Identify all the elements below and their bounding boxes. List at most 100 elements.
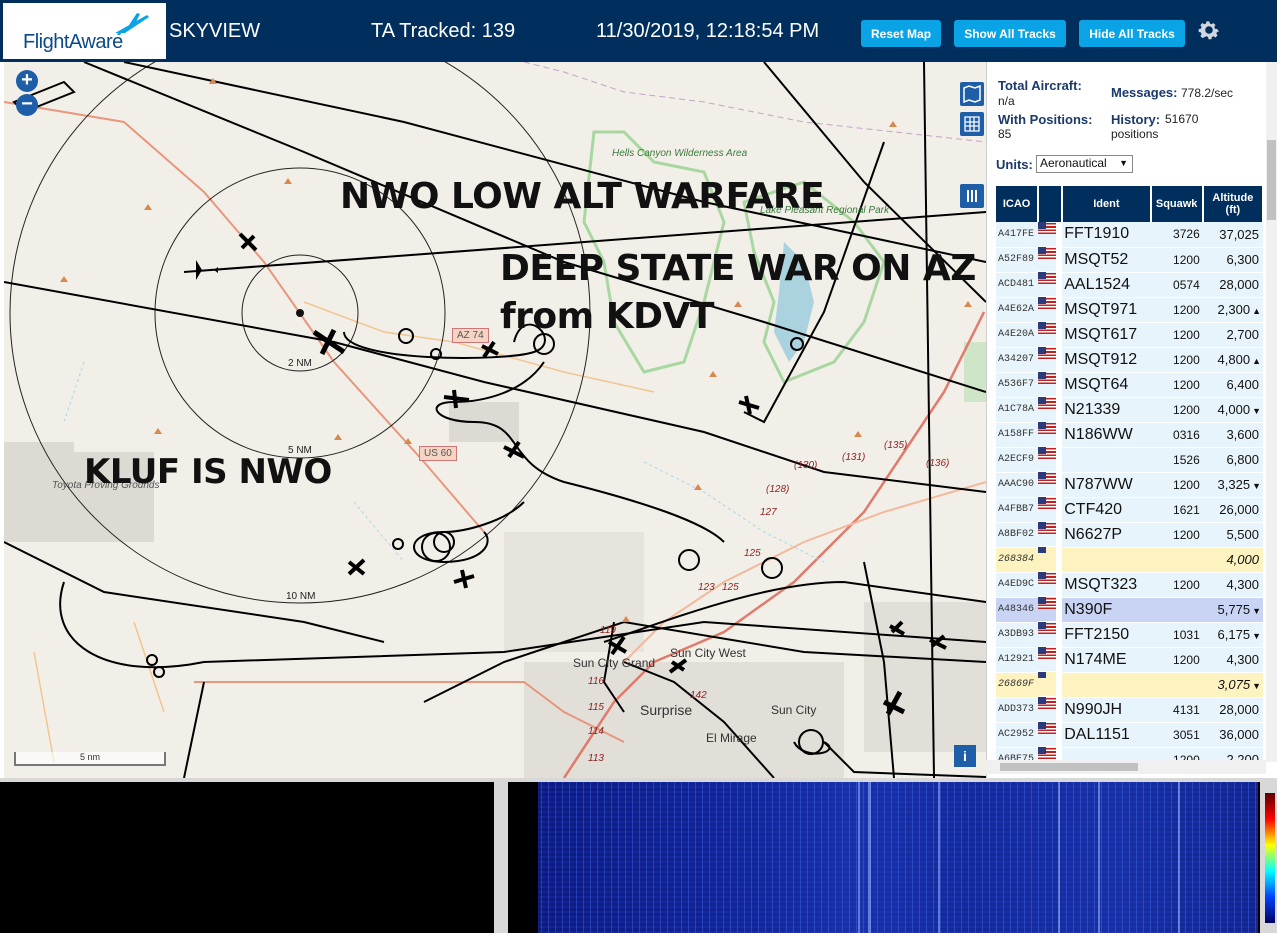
us-flag-icon [1038,297,1057,309]
gear-icon[interactable] [1196,17,1222,43]
cell-icao-text: AC2952 [998,729,1035,740]
hide-all-tracks-button[interactable]: Hide All Tracks [1079,20,1185,47]
table-row[interactable]: A536F7 MSQT64 1200 6,400 [996,372,1263,398]
col-header-flag[interactable] [1038,186,1064,222]
cell-altitude-text: 4,300 [1226,577,1259,592]
cell-ident: N990JH [1062,697,1151,723]
with-positions-value: 85 [998,127,1012,141]
cell-squawk: 1200 [1150,297,1203,323]
table-row[interactable]: A4E62A MSQT971 1200 2,300 ▲ [996,297,1263,323]
flightaware-logo[interactable]: FlightAware [3,3,166,59]
cell-altitude-text: 6,400 [1226,377,1259,392]
table-row[interactable]: A2ECF9 1526 6,800 [996,447,1263,473]
table-row[interactable]: AAAC90 N787WW 1200 3,325 ▼ [996,472,1263,498]
cell-flag [1038,497,1057,522]
cell-flag [1038,247,1057,272]
table-row[interactable]: A34207 MSQT912 1200 4,800 ▲ [996,347,1263,373]
table-row[interactable]: ADD373 N990JH 4131 28,000 [996,697,1263,723]
table-row[interactable]: A4ED9C MSQT323 1200 4,300 [996,572,1263,598]
panel-scroll-thumb[interactable] [1267,140,1276,220]
cell-ident: N186WW [1062,422,1151,448]
cell-icao: A4E62A [996,297,1039,323]
cell-squawk: 1526 [1150,447,1203,473]
place-sun-city-west: Sun City West [670,646,746,660]
cell-squawk [1150,672,1203,698]
cell-squawk [1150,547,1203,573]
cell-ident-text: MSQT912 [1064,350,1138,368]
cell-flag [1038,347,1057,372]
grid-icon[interactable] [960,112,984,136]
col-header-altitude[interactable]: Altitude (ft) [1202,186,1265,222]
table-row[interactable]: A158FF N186WW 0316 3,600 [996,422,1263,448]
us-flag-icon [1038,722,1057,734]
cell-squawk: 1200 [1150,522,1203,548]
table-row[interactable]: A3DB93 FFT2150 1031 6,175 ▼ [996,622,1263,648]
table-row[interactable]: A12921 N174ME 1200 4,300 [996,647,1263,673]
cell-flag [1038,422,1057,447]
table-row[interactable]: AC2952 DAL1151 3051 36,000 [996,722,1263,748]
altitude-trend-icon [1259,731,1261,741]
table-row[interactable]: A4E20A MSQT617 1200 2,700 [996,322,1263,348]
table-row[interactable]: A48346 N390F 5,775 ▼ [996,597,1263,623]
map-layer-icon[interactable] [960,82,984,106]
zoom-out-button[interactable]: − [16,94,38,116]
cell-altitude-text: 4,800 [1217,352,1251,367]
overlay-text-from-kdvt: from KDVT [500,296,714,337]
col-header-squawk[interactable]: Squawk [1150,186,1204,222]
reset-map-button[interactable]: Reset Map [861,20,941,47]
cell-ident: FFT1910 [1062,222,1151,248]
map-view[interactable]: + − Hells Canyon Wilderness Area Lake Pl… [4,62,986,778]
panel-hscroll-thumb[interactable] [1000,763,1138,771]
cell-flag [1038,447,1057,472]
cell-squawk: 0316 [1150,422,1203,448]
us-flag-icon [1038,397,1057,409]
road-label: (136) [926,458,950,469]
cell-ident-text: N174ME [1064,650,1127,668]
cell-icao: A8BF02 [996,522,1039,548]
col-header-ident[interactable]: Ident [1062,186,1152,222]
table-row[interactable]: A1C78A N21339 1200 4,000 ▼ [996,397,1263,423]
units-select[interactable]: Aeronautical [1036,155,1133,173]
columns-toggle-icon[interactable] [960,184,984,208]
table-row[interactable]: 26869F 3,075 ▼ [996,672,1263,698]
altitude-trend-icon [1259,506,1261,516]
cell-squawk: 1200 [1150,572,1203,598]
table-row[interactable]: A417FE FFT1910 3726 37,025 [996,222,1263,248]
table-row[interactable]: A4FBB7 CTF420 1621 26,000 [996,497,1263,523]
col-header-icao[interactable]: ICAO [996,186,1040,222]
table-row[interactable]: ACD481 AAL1524 0574 28,000 [996,272,1263,298]
cell-ident: AAL1524 [1062,272,1151,298]
cell-altitude-text: 36,000 [1219,727,1259,742]
cell-altitude: 4,300 [1202,647,1263,673]
table-row[interactable]: A52F89 MSQT52 1200 6,300 [996,247,1263,273]
cell-squawk-text: 3726 [1173,227,1200,242]
cell-icao: A2ECF9 [996,447,1039,473]
cell-squawk-text: 1200 [1173,652,1200,667]
cell-squawk-text: 1200 [1173,527,1200,542]
cell-icao-text: A1C78A [998,404,1035,415]
cell-squawk-text: 1200 [1173,252,1200,267]
cell-icao: AAAC90 [996,472,1039,498]
us-flag-icon [1038,497,1057,509]
overlay-text-nwo-warfare: NWO LOW ALT WARFARE [340,176,825,217]
messages-label: Messages: [1111,85,1178,100]
info-icon[interactable]: i [954,745,976,767]
cell-squawk: 3051 [1150,722,1203,748]
table-row[interactable]: A8BF02 N6627P 1200 5,500 [996,522,1263,548]
cell-altitude-text: 5,775 [1217,602,1251,617]
cell-icao: A417FE [996,222,1039,248]
cell-altitude: 5,775 ▼ [1202,597,1263,623]
messages-value: 778.2/sec [1181,86,1234,100]
cell-altitude-text: 28,000 [1219,702,1259,717]
zoom-in-button[interactable]: + [16,70,38,92]
table-row[interactable]: 268384 4,000 [996,547,1263,573]
cell-altitude: 2,300 ▲ [1202,297,1263,323]
cell-ident-text: FFT1910 [1064,225,1130,243]
show-all-tracks-button[interactable]: Show All Tracks [954,20,1066,47]
road-label: 114 [588,726,604,737]
us-flag-icon [1038,322,1057,334]
cell-squawk: 3726 [1150,222,1203,248]
cell-flag [1038,672,1057,697]
cell-squawk-text: 1200 [1173,377,1200,392]
cell-icao-text: A417FE [998,228,1035,240]
